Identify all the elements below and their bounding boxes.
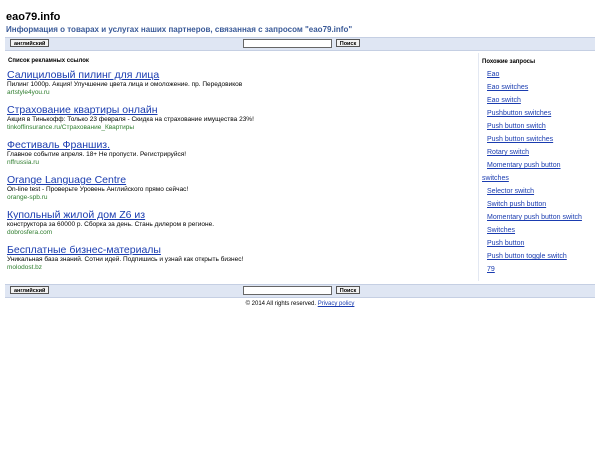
- related-searches-panel: Похожие запросы Eao Eao switches Eao swi…: [478, 53, 596, 281]
- ad-item: Страхование квартиры онлайн Акция в Тинь…: [7, 104, 254, 132]
- footer: © 2014 All rights reserved. Privacy poli…: [0, 301, 600, 307]
- related-header: Похожие запросы: [482, 59, 536, 65]
- ad-url[interactable]: nffrussia.ru: [7, 159, 186, 167]
- ad-url[interactable]: molodost.bz: [7, 264, 243, 272]
- ad-description: Главное событие апреля. 18+ Не пропусти.…: [7, 151, 187, 158]
- ad-url[interactable]: dobrosfera.com: [7, 229, 214, 237]
- ad-title-link[interactable]: Бесплатные бизнес-материалы: [7, 244, 243, 256]
- related-link[interactable]: Selector switch: [487, 188, 534, 195]
- related-link[interactable]: Switch push button: [487, 201, 546, 208]
- ad-description: Пилинг 1000р. Акция! Улучшение цвета лиц…: [7, 81, 243, 88]
- related-link[interactable]: Push button switch: [487, 123, 546, 130]
- ads-panel: Список рекламных ссылок Салициловый пили…: [5, 53, 475, 281]
- ads-header: Список рекламных ссылок: [8, 58, 89, 64]
- ad-description: конструктора за 60000 р. Сборка за день.…: [7, 221, 215, 228]
- privacy-policy-link[interactable]: Privacy policy: [318, 301, 355, 307]
- ad-title-link[interactable]: Страхование квартиры онлайн: [7, 104, 254, 116]
- related-link[interactable]: Switches: [487, 227, 515, 234]
- related-link[interactable]: Momentary push button switch: [487, 214, 582, 221]
- top-search-bar: английский Поиск: [5, 37, 595, 51]
- related-link[interactable]: Eao switches: [487, 84, 528, 91]
- language-button[interactable]: английский: [10, 39, 50, 47]
- related-link[interactable]: switches: [482, 175, 509, 182]
- search-input[interactable]: [243, 39, 332, 48]
- ad-url[interactable]: artstyle4you.ru: [7, 89, 242, 97]
- related-link[interactable]: 79: [487, 266, 495, 273]
- ad-url[interactable]: orange-spb.ru: [7, 194, 188, 202]
- related-link[interactable]: Push button: [487, 240, 524, 247]
- ad-description: On-line test - Проверьте Уровень Английс…: [7, 186, 189, 193]
- page-subtitle: Информация о товарах и услугах наших пар…: [6, 25, 353, 34]
- site-title: eao79.info: [6, 11, 61, 23]
- ad-item: Купольный жилой дом Z6 из конструктора з…: [7, 209, 214, 237]
- search-button[interactable]: Поиск: [336, 286, 360, 294]
- ad-item: Фестиваль Франшиз. Главное событие апрел…: [7, 139, 186, 167]
- ad-url[interactable]: tinkoffinsurance.ru/Страхование_Квартиры: [7, 124, 254, 132]
- ad-title-link[interactable]: Orange Language Centre: [7, 174, 188, 186]
- ad-description: Акция в Тинькофф: Только 23 февраля - Ск…: [7, 116, 254, 123]
- ad-title-link[interactable]: Фестиваль Франшиз.: [7, 139, 186, 151]
- ad-title-link[interactable]: Салициловый пилинг для лица: [7, 69, 242, 81]
- related-link[interactable]: Eao switch: [487, 97, 521, 104]
- ad-item: Orange Language Centre On-line test - Пр…: [7, 174, 188, 202]
- related-link[interactable]: Rotary switch: [487, 149, 529, 156]
- search-button[interactable]: Поиск: [336, 39, 360, 47]
- related-link[interactable]: Momentary push button: [487, 162, 561, 169]
- language-button[interactable]: английский: [10, 286, 50, 294]
- related-link[interactable]: Pushbutton switches: [487, 110, 551, 117]
- ad-title-link[interactable]: Купольный жилой дом Z6 из: [7, 209, 214, 221]
- bottom-search-bar: английский Поиск: [5, 284, 595, 298]
- ad-item: Бесплатные бизнес-материалы Уникальная б…: [7, 244, 243, 272]
- copyright-text: © 2014 All rights reserved.: [245, 301, 317, 307]
- search-input[interactable]: [243, 286, 332, 295]
- related-link[interactable]: Push button toggle switch: [487, 253, 567, 260]
- ad-description: Уникальная база знаний. Сотни идей. Подп…: [7, 256, 244, 263]
- related-link[interactable]: Eao: [487, 71, 499, 78]
- related-link[interactable]: Push button switches: [487, 136, 553, 143]
- ad-item: Салициловый пилинг для лица Пилинг 1000р…: [7, 69, 242, 97]
